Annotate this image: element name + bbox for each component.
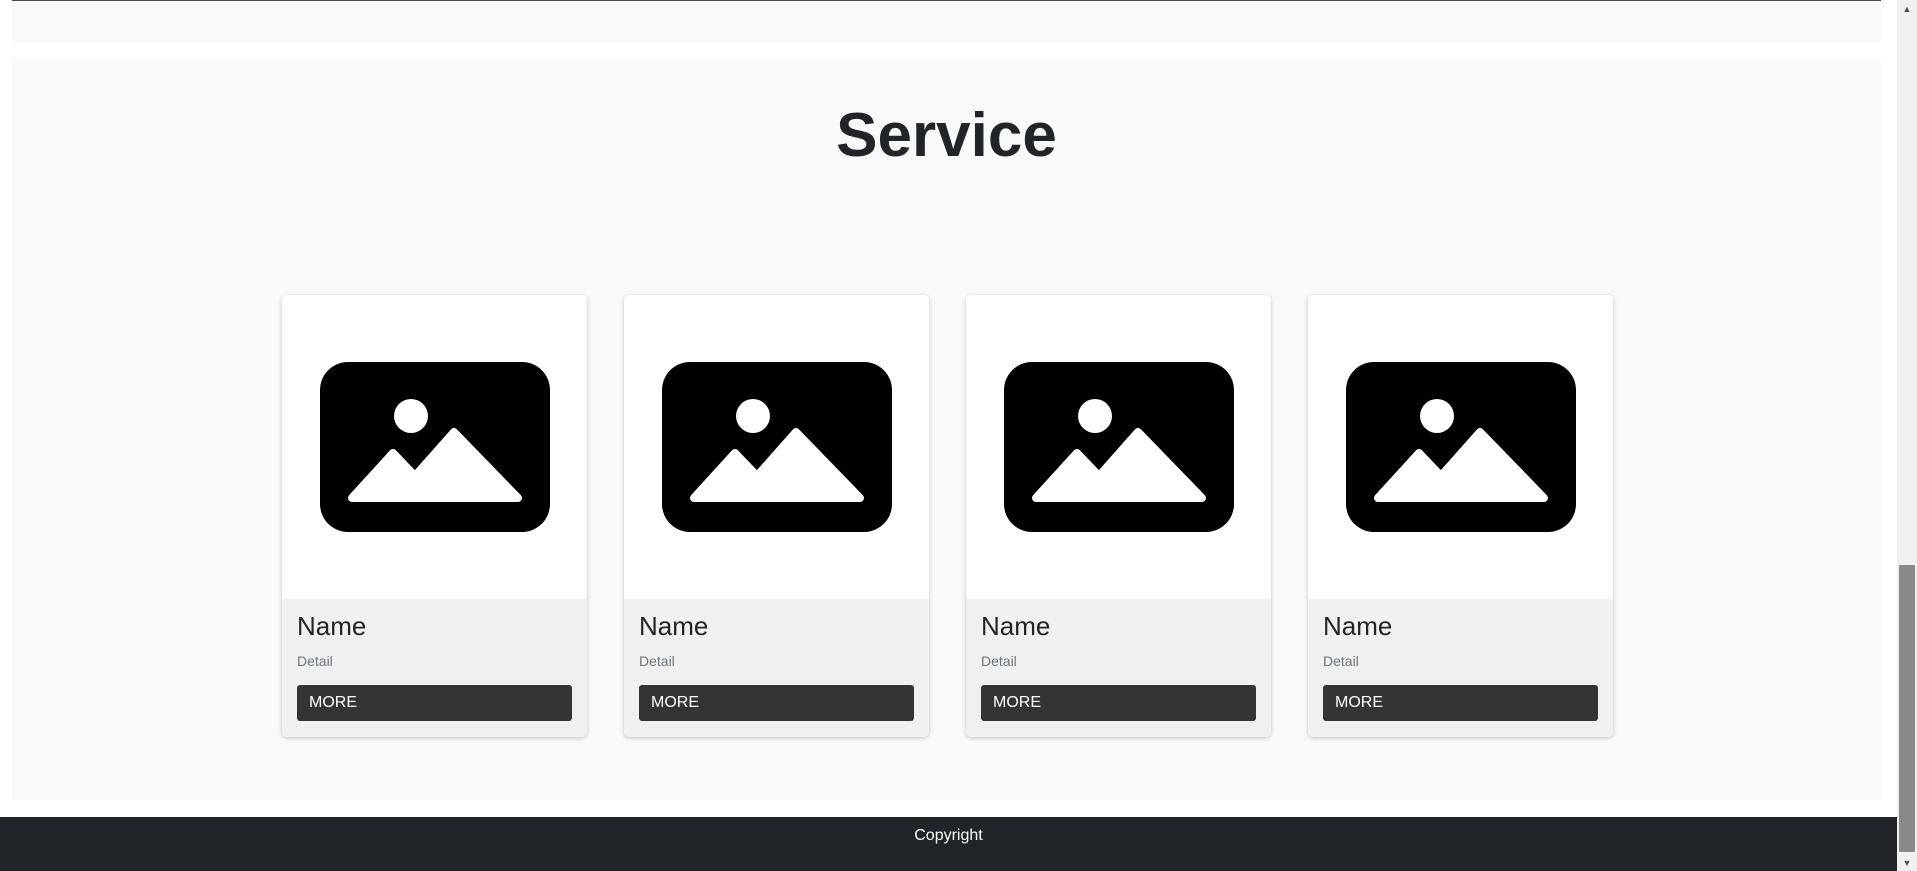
card-body: Name Detail MORE	[1308, 599, 1613, 737]
card-name: Name	[1323, 611, 1393, 641]
card-name: Name	[981, 611, 1051, 641]
more-button[interactable]: MORE	[297, 685, 572, 721]
card-grid: Name Detail MORE Name Detail MORE Name D…	[282, 295, 1613, 737]
card-detail: Detail	[1323, 653, 1359, 669]
service-card: Name Detail MORE	[966, 295, 1271, 737]
more-button[interactable]: MORE	[1323, 685, 1598, 721]
card-image	[966, 295, 1271, 599]
service-card: Name Detail MORE	[282, 295, 587, 737]
vertical-scrollbar[interactable]: ▲ ▼	[1897, 0, 1917, 871]
more-button[interactable]: MORE	[639, 685, 914, 721]
service-card: Name Detail MORE	[1308, 295, 1613, 737]
card-name: Name	[297, 611, 367, 641]
page: Service Name Detail MORE Name Detail MOR…	[0, 0, 1897, 871]
card-name: Name	[639, 611, 709, 641]
card-image	[282, 295, 587, 599]
service-section: Service Name Detail MORE Name Detail MOR…	[12, 59, 1881, 800]
triangle-up-icon[interactable]: ▲	[1897, 0, 1917, 17]
triangle-down-icon[interactable]: ▼	[1897, 854, 1917, 871]
card-body: Name Detail MORE	[966, 599, 1271, 737]
card-detail: Detail	[297, 653, 333, 669]
image-placeholder-icon	[1345, 362, 1576, 532]
footer: Copyright	[0, 817, 1897, 871]
previous-section	[12, 0, 1881, 42]
scrollbar-thumb[interactable]	[1899, 565, 1915, 852]
more-button[interactable]: MORE	[981, 685, 1256, 721]
image-placeholder-icon	[1003, 362, 1234, 532]
card-image	[624, 295, 929, 599]
section-title: Service	[836, 101, 1057, 170]
card-body: Name Detail MORE	[624, 599, 929, 737]
image-placeholder-icon	[319, 362, 550, 532]
image-placeholder-icon	[661, 362, 892, 532]
copyright-text: Copyright	[914, 827, 983, 844]
card-detail: Detail	[639, 653, 675, 669]
card-body: Name Detail MORE	[282, 599, 587, 737]
service-card: Name Detail MORE	[624, 295, 929, 737]
card-detail: Detail	[981, 653, 1017, 669]
card-image	[1308, 295, 1613, 599]
